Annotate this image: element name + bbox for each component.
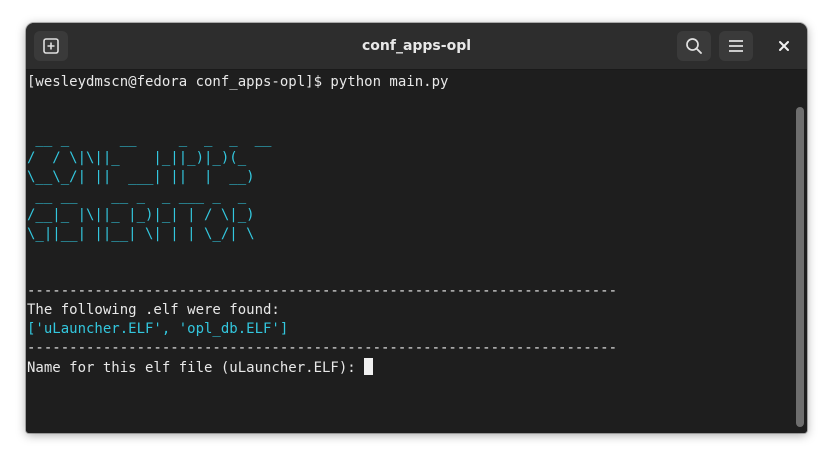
input-prompt-line[interactable]: Name for this elf file (uLauncher.ELF): [27,358,617,377]
scrollbar[interactable] [793,70,807,433]
terminal-window: conf_apps-opl [wesleydmscn@fedora conf_a… [26,23,807,433]
separator-line: ----------------------------------------… [27,283,618,299]
menu-button[interactable] [719,31,753,61]
hamburger-menu-icon [729,40,743,52]
close-icon [779,41,789,51]
banner-line: /__|_ |\||_ |_)|_| | / \|_) [27,207,255,223]
separator-line: ----------------------------------------… [27,340,618,356]
input-prompt: Name for this elf file (uLauncher.ELF): [27,360,365,376]
close-button[interactable] [772,34,796,58]
scrollbar-thumb[interactable] [796,107,804,427]
banner-line: __ __ __ _ _ ___ _ _ [27,188,247,204]
banner-line: __ _ __ _ _ _ __ [27,131,272,147]
banner-line: \__\_/| || ___| || | __) [27,169,255,185]
found-message: The following .elf were found: [27,302,280,318]
found-files-list: ['uLauncher.ELF', 'opl_db.ELF'] [27,321,289,337]
terminal-output: [wesleydmscn@fedora conf_apps-opl]$ pyth… [27,73,617,377]
header-bar: conf_apps-opl [26,23,807,70]
search-icon [686,38,702,54]
command-line: [wesleydmscn@fedora conf_apps-opl]$ pyth… [27,74,449,90]
terminal-content[interactable]: [wesleydmscn@fedora conf_apps-opl]$ pyth… [26,70,807,433]
search-button[interactable] [677,31,711,61]
banner-line: / / \|\||_ |_||_)|_)(_ [27,150,247,166]
banner-line: \_||__| ||__| \| | | \_/| \ [27,226,255,242]
text-cursor [364,358,374,375]
